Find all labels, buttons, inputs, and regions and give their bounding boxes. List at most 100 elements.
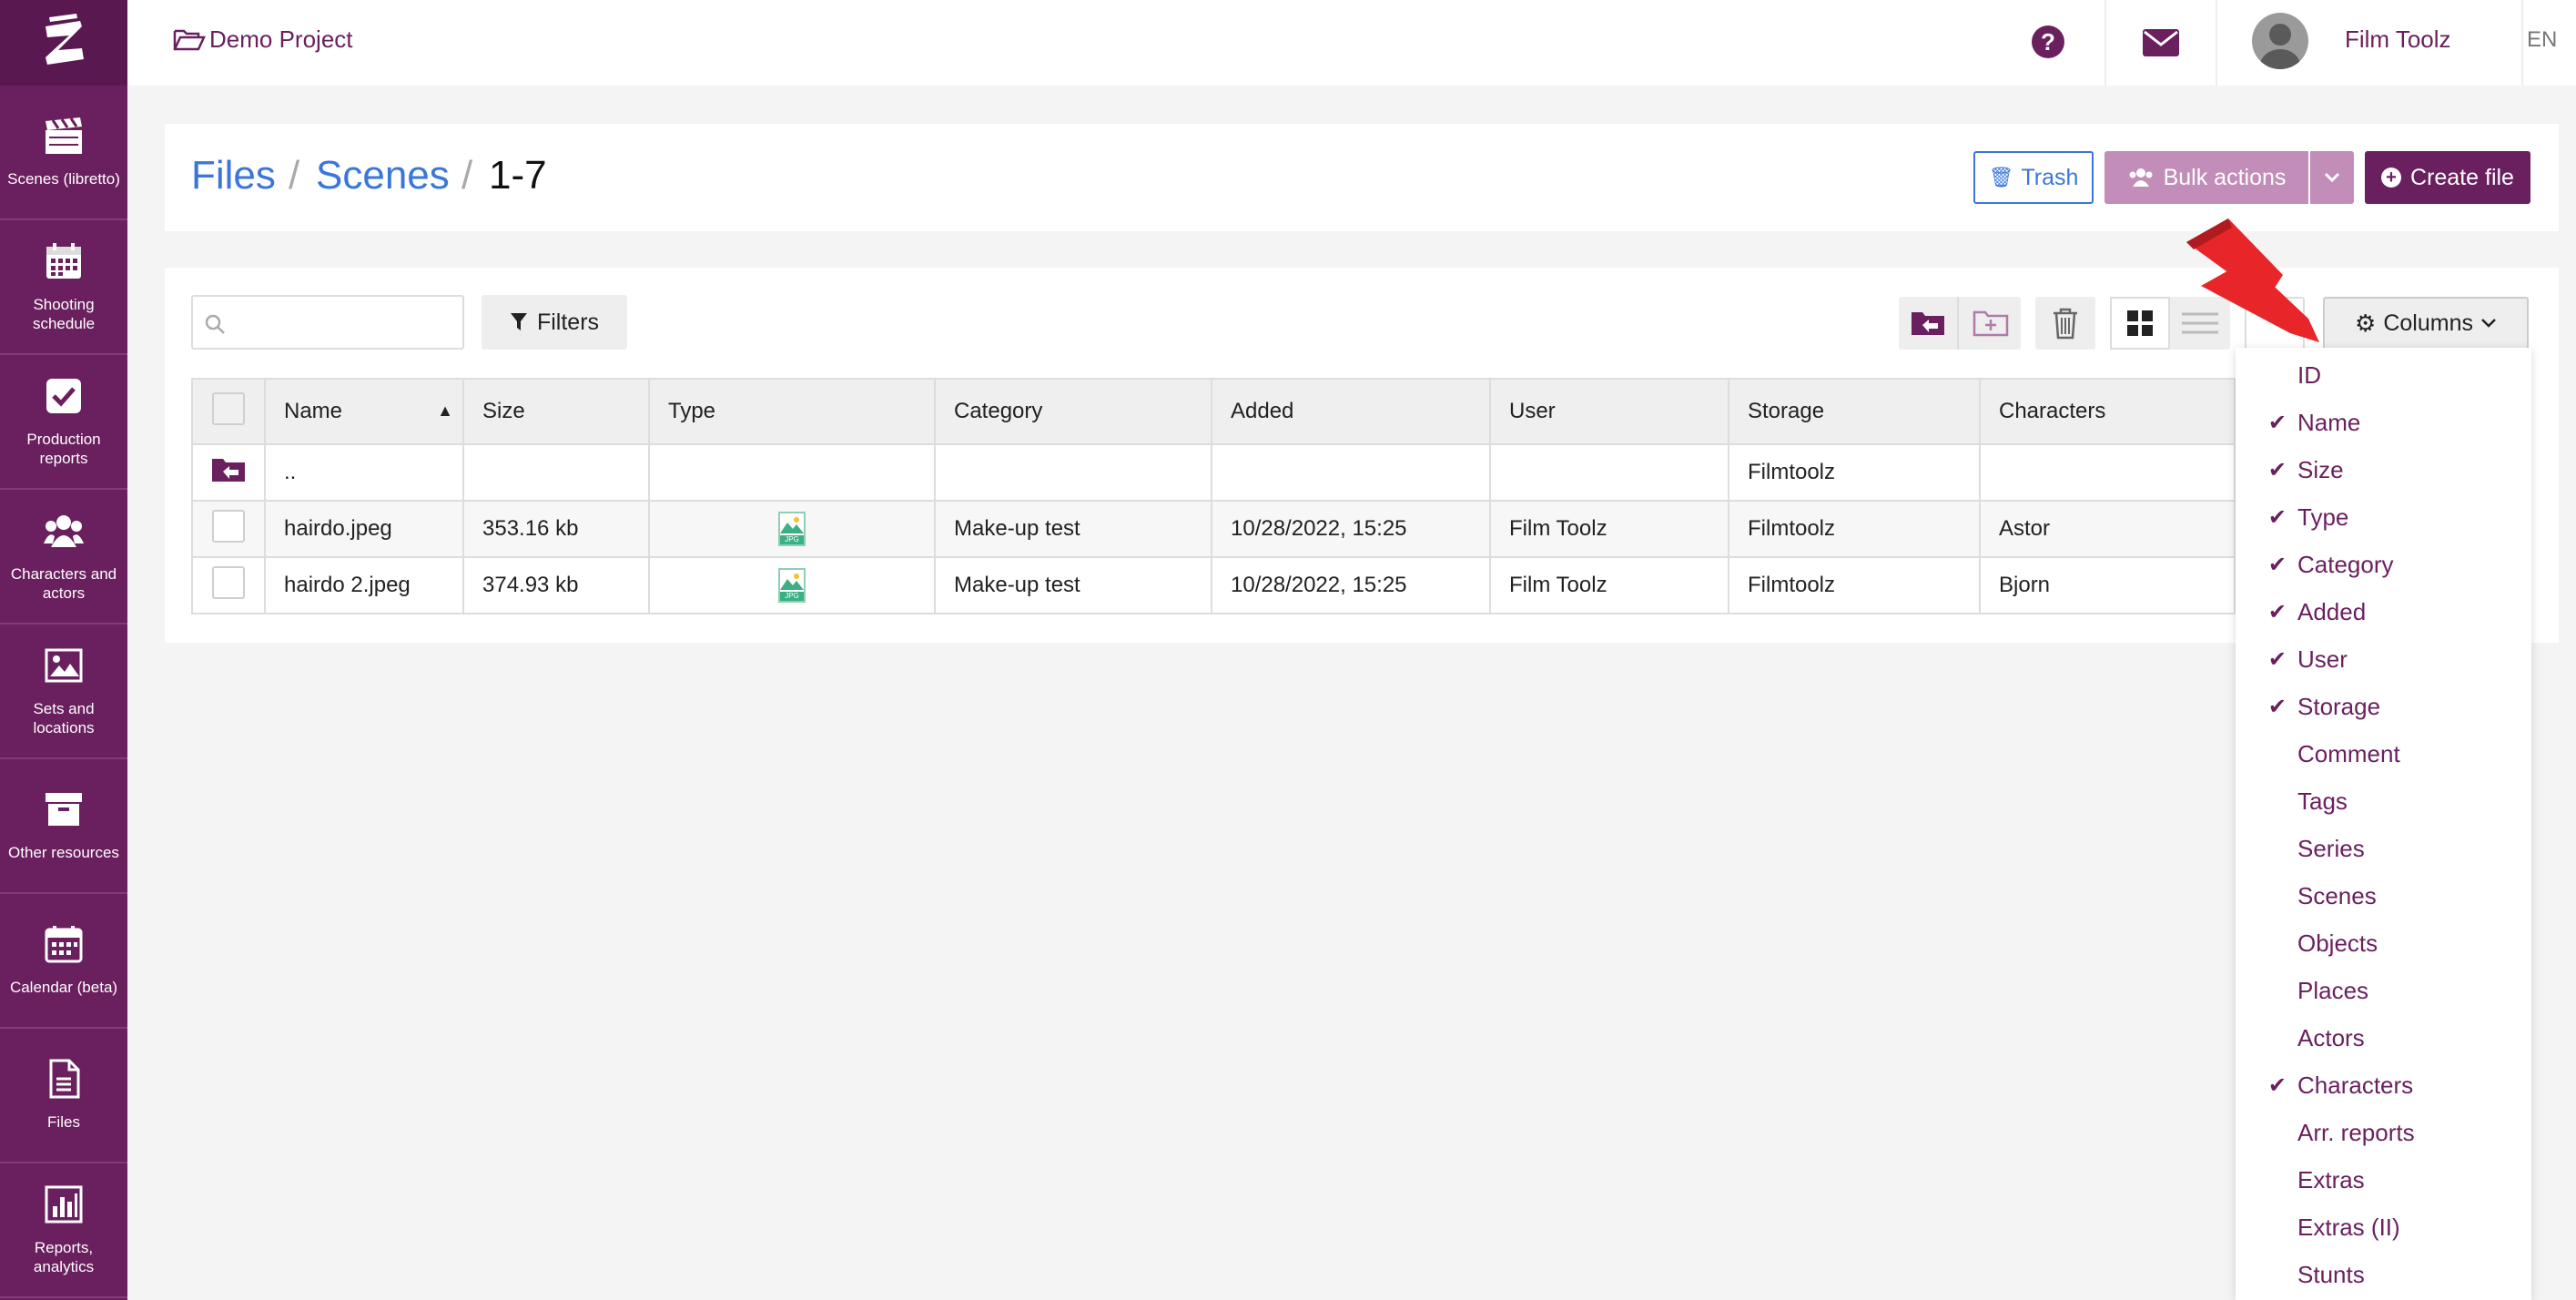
sidebar-item-characters-and-actors[interactable]: Characters and actors [0,490,127,625]
column-option-extras-ii[interactable]: Extras (II) [2236,1204,2531,1251]
column-option-places[interactable]: Places [2236,967,2531,1014]
columns-button[interactable]: ⚙ Columns [2323,297,2529,350]
column-option-arr-reports[interactable]: Arr. reports [2236,1109,2531,1156]
column-header-user[interactable]: User [1489,378,1729,445]
avatar[interactable] [2252,13,2308,69]
column-option-user[interactable]: ✔ User [2236,635,2531,683]
sidebar-item-files[interactable]: Files [0,1029,127,1163]
column-option-stunts[interactable]: Stunts [2236,1251,2531,1298]
column-option-actors[interactable]: Actors [2236,1014,2531,1061]
search-box[interactable] [191,295,464,350]
row-select-cell [191,556,266,614]
column-option-label: Storage [2297,692,2381,720]
sidebar-item-sets-and-locations[interactable]: Sets and locations [0,625,127,759]
breadcrumb-current: 1-7 [489,153,547,198]
filters-button[interactable]: Filters [482,295,627,350]
check-icon: ✔ [2267,504,2287,530]
folder-open-icon [173,29,206,50]
column-option-type[interactable]: ✔ Type [2236,493,2531,541]
column-header-type[interactable]: Type [648,378,936,445]
column-option-label: Actors [2297,1023,2365,1051]
app-logo[interactable] [0,0,127,86]
row-checkbox[interactable] [212,565,245,599]
cell-size: 374.93 kb [462,556,650,614]
column-header-size[interactable]: Size [462,378,650,445]
table-row-parent-folder[interactable]: .. Filmtoolz [191,443,2236,502]
row-checkbox[interactable] [212,509,245,543]
column-option-id[interactable]: ID [2236,351,2531,399]
column-option-characters[interactable]: ✔ Characters [2236,1061,2531,1109]
table-row[interactable]: hairdo 2.jpeg 374.93 kb JPG Make-up test… [191,556,2236,614]
create-file-button[interactable]: + Create file [2365,151,2530,204]
sidebar-item-label: Scenes (libretto) [7,170,120,188]
sidebar-item-label: Other resources [8,844,119,861]
search-input[interactable] [233,304,451,340]
new-folder-icon[interactable] [1961,297,2021,350]
pointer-arrow-icon [2186,218,2319,342]
column-option-storage[interactable]: ✔ Storage [2236,683,2531,730]
delete-icon[interactable] [2035,297,2095,350]
sidebar-item-production-reports[interactable]: Production reports [0,355,127,490]
sidebar-item-label: Production reports [26,430,101,467]
table-row[interactable]: hairdo.jpeg 353.16 kb JPG Make-up test 1… [191,500,2236,558]
cell-type: JPG [648,556,936,614]
column-option-size[interactable]: ✔ Size [2236,446,2531,493]
sort-asc-icon: ▲ [437,401,453,420]
column-header-added[interactable]: Added [1211,378,1491,445]
jpg-file-icon: JPG [778,512,806,546]
bulk-actions-dropdown-toggle[interactable] [2310,151,2354,204]
column-option-comment[interactable]: Comment [2236,730,2531,777]
column-header-name[interactable]: Name ▲ [264,378,464,445]
sidebar-item-scenes-libretto[interactable]: Scenes (libretto) [0,86,127,220]
help-icon[interactable]: ? [2032,25,2064,58]
sidebar-item-shooting-schedule[interactable]: Shooting schedule [0,220,127,355]
cell-name[interactable]: hairdo 2.jpeg [264,556,464,614]
column-option-label: Characters [2297,1071,2414,1099]
column-option-label: ID [2297,361,2321,389]
chevron-down-icon [2324,172,2340,183]
cell-name[interactable]: hairdo.jpeg [264,500,464,558]
column-option-series[interactable]: Series [2236,825,2531,872]
sidebar-item-reports-analytics[interactable]: Reports, analytics [0,1163,127,1298]
column-option-label: Extras (II) [2297,1213,2400,1241]
calendar-icon [44,924,84,978]
select-all-cell [191,378,266,445]
cell-characters [1979,443,2236,502]
top-bar: Demo Project ? Film Toolz EN [127,0,2576,86]
folder-up-icon[interactable] [210,456,247,483]
grid-view-icon[interactable] [2110,297,2170,350]
column-option-objects[interactable]: Objects [2236,919,2531,967]
column-option-name[interactable]: ✔ Name [2236,399,2531,446]
breadcrumb-files[interactable]: Files [191,153,276,198]
column-option-label: Extras [2297,1165,2365,1193]
breadcrumb-separator: / [289,153,300,198]
clapperboard-icon [44,116,84,169]
column-option-extras[interactable]: Extras [2236,1156,2531,1204]
language-switch[interactable]: EN [2527,27,2557,53]
column-header-storage[interactable]: Storage [1728,378,1981,445]
column-option-category[interactable]: ✔ Category [2236,541,2531,588]
bar-chart-icon [44,1184,84,1238]
select-all-checkbox[interactable] [212,391,245,425]
check-icon: ✔ [2267,646,2287,672]
folder-up-icon[interactable] [1899,297,1959,350]
column-option-label: Category [2297,550,2394,578]
breadcrumb-scenes[interactable]: Scenes [316,153,450,198]
user-name[interactable]: Film Toolz [2345,25,2451,54]
mail-icon[interactable] [2143,29,2179,61]
check-icon: ✔ [2267,599,2287,625]
check-icon: ✔ [2267,457,2287,482]
sidebar-item-other-resources[interactable]: Other resources [0,759,127,894]
column-header-characters[interactable]: Characters [1979,378,2236,445]
column-option-added[interactable]: ✔ Added [2236,588,2531,635]
sidebar-item-label: Files [47,1113,80,1131]
column-option-tags[interactable]: Tags [2236,777,2531,825]
sidebar-item-calendar-beta[interactable]: Calendar (beta) [0,894,127,1029]
column-option-scenes[interactable]: Scenes [2236,872,2531,919]
column-header-category[interactable]: Category [934,378,1212,445]
project-selector[interactable]: Demo Project [173,25,353,54]
image-icon [44,645,84,699]
trash-button[interactable]: 🗑 Trash [1973,151,2094,204]
cell-name[interactable]: .. [264,443,464,502]
bulk-actions-button[interactable]: Bulk actions [2104,151,2308,204]
